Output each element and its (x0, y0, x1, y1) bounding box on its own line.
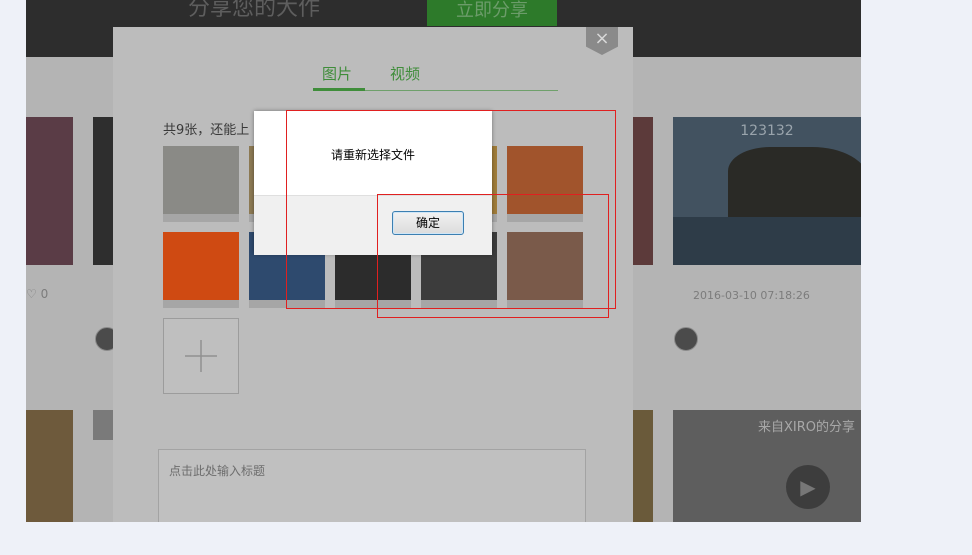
thumbnail-caption-bar (163, 214, 239, 222)
cliff-shape (728, 147, 861, 227)
gallery-card[interactable] (633, 117, 653, 265)
alert-footer: 确定 (254, 195, 492, 255)
alert-message: 请重新选择文件 (330, 148, 415, 162)
thumbnail-image (507, 146, 583, 214)
add-image-button[interactable] (163, 318, 239, 394)
thumbnail-desert[interactable] (507, 146, 583, 222)
thumbnail-image (507, 232, 583, 300)
gallery-card-coast[interactable]: 123132 (673, 117, 861, 265)
heart-icon: ♡ (26, 287, 41, 301)
thumbnail-caption-bar (163, 300, 239, 308)
gallery-card-video[interactable]: 来自XIRO的分享 ▶ (673, 410, 861, 522)
tab-images[interactable]: 图片 (322, 63, 352, 84)
card-date: 2016-03-10 07:18:26 (693, 289, 810, 302)
header-slogan: 分享您的大作 (188, 0, 321, 21)
thumbnail-flower[interactable] (163, 232, 239, 308)
thumbnail-caption-bar (507, 214, 583, 222)
media-tabs: 图片 视频 (113, 63, 633, 91)
alert-dialog: 请重新选择文件 确定 (254, 111, 492, 255)
share-modal: × 图片 视频 共9张，还能上 点击此处输入标题 (113, 27, 633, 522)
share-now-button[interactable]: 立即分享 (427, 0, 557, 26)
like-count-value: 0 (40, 287, 49, 301)
thumbnail-caption-bar (335, 300, 411, 308)
card-source: 来自XIRO的分享 (757, 420, 855, 435)
close-icon[interactable]: × (586, 27, 618, 55)
active-tab-indicator (313, 88, 365, 91)
browser-viewport: 分享您的大作 立即分享 123132 ♡ 0 2016-03-10 07:18:… (26, 0, 861, 522)
thumbnail-caption-bar (507, 300, 583, 308)
gallery-card[interactable] (26, 410, 73, 522)
avatar[interactable] (674, 327, 698, 351)
card-tag: 123132 (740, 123, 794, 139)
ok-button[interactable]: 确定 (392, 211, 464, 235)
plus-icon (185, 340, 217, 372)
gallery-card[interactable] (93, 117, 113, 265)
thumbnail-caption-bar (249, 300, 325, 308)
thumbnail-girl-glasses[interactable] (507, 232, 583, 308)
sea-shape (673, 217, 861, 265)
gallery-card[interactable] (26, 117, 73, 265)
gallery-card[interactable] (93, 410, 113, 440)
thumbnail-caption-bar (421, 300, 497, 308)
title-input[interactable]: 点击此处输入标题 (158, 449, 586, 522)
play-icon[interactable]: ▶ (786, 465, 830, 509)
like-count[interactable]: ♡ 0 (26, 287, 48, 301)
thumbnail-koala[interactable] (163, 146, 239, 222)
tab-videos[interactable]: 视频 (390, 63, 420, 84)
upload-count-text: 共9张，还能上 (163, 123, 250, 138)
thumbnail-image (163, 146, 239, 214)
thumbnail-image (163, 232, 239, 300)
gallery-card[interactable] (633, 410, 653, 522)
